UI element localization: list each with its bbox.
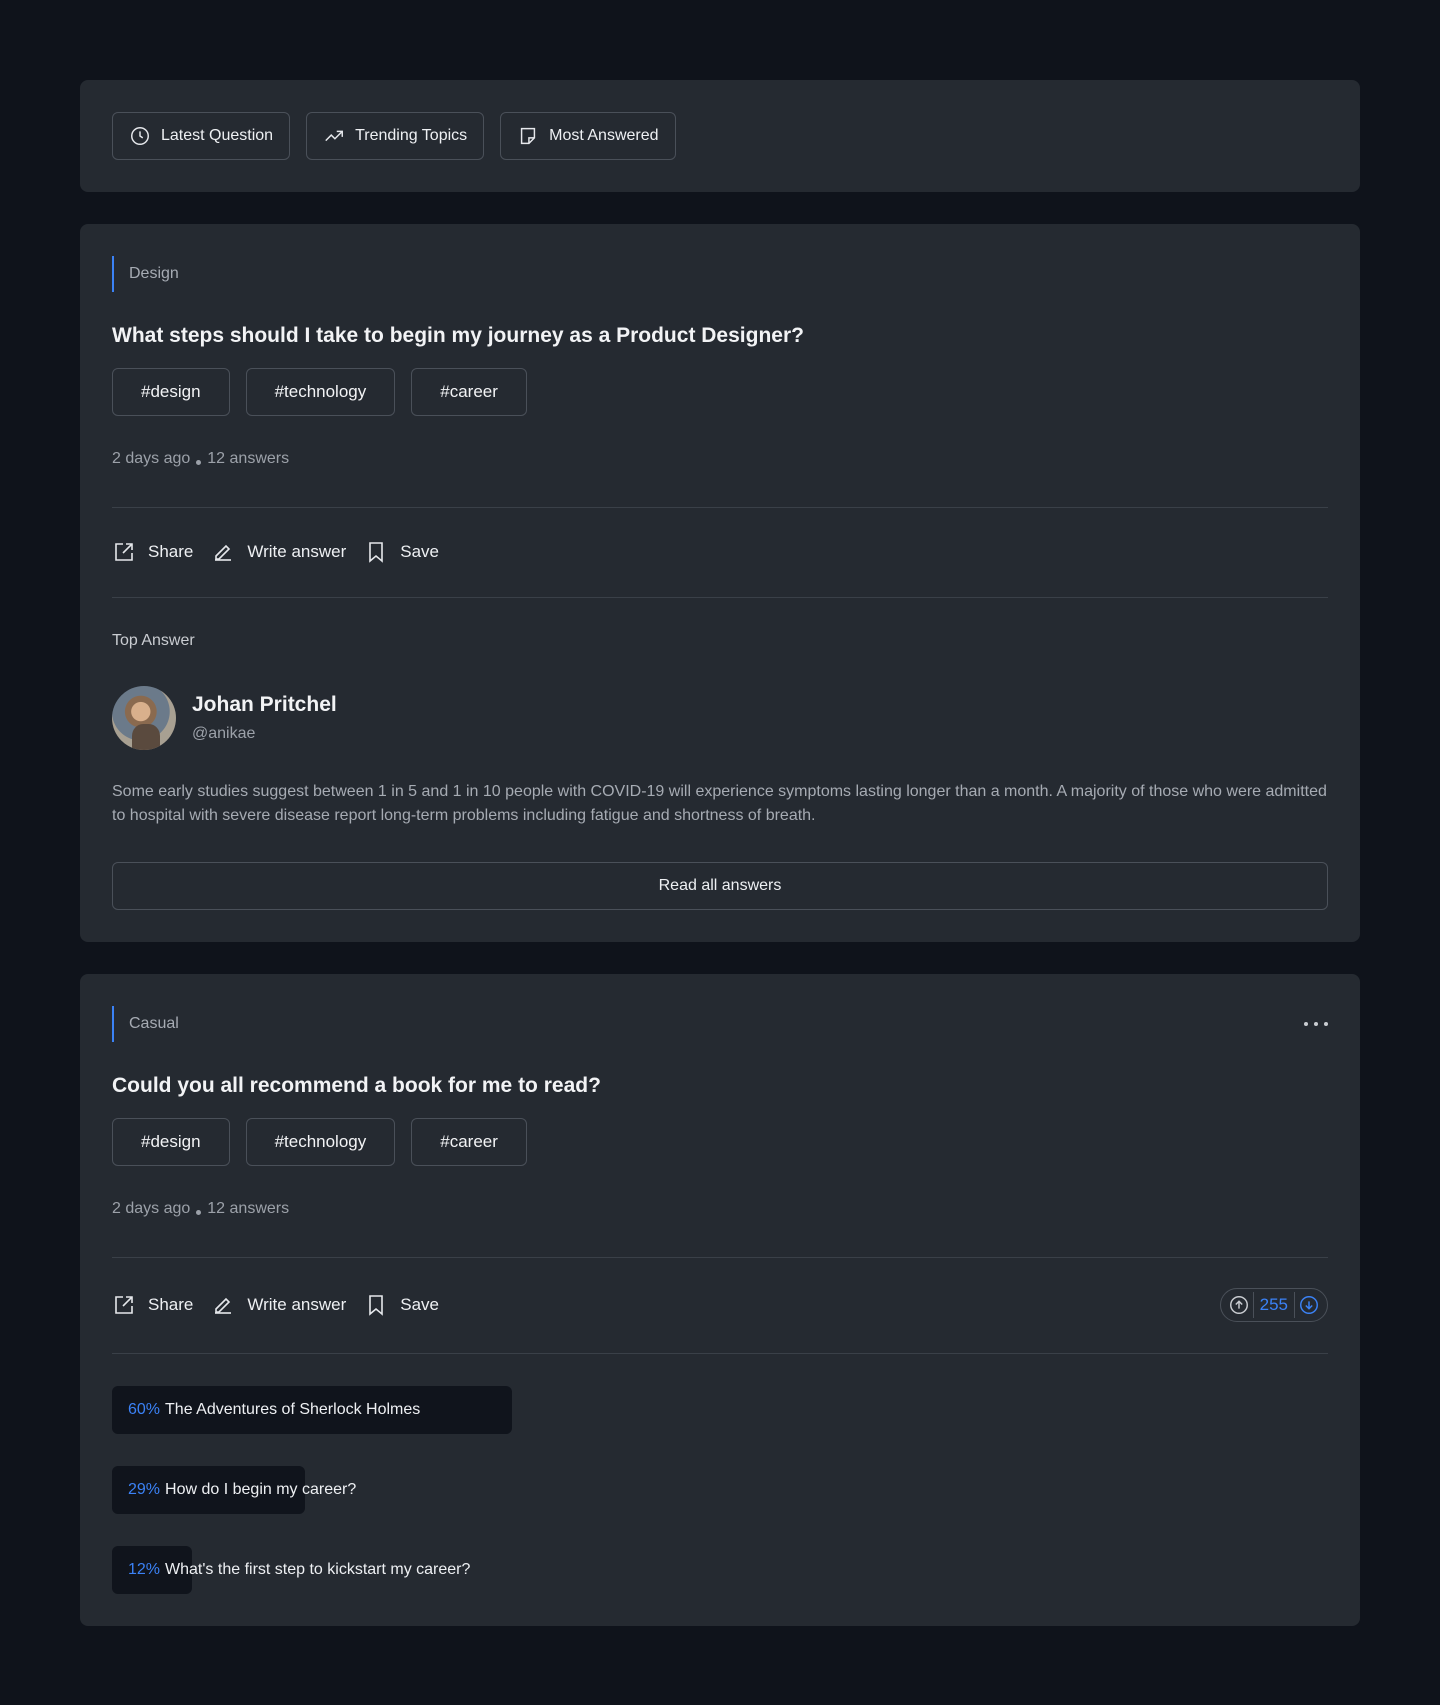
save-label: Save xyxy=(400,1295,440,1314)
write-answer-button[interactable]: Write answer xyxy=(211,540,346,564)
trending-up-icon xyxy=(325,130,344,142)
separator-dot xyxy=(196,1209,202,1215)
pencil-icon xyxy=(215,1297,232,1314)
latest-question-label: Latest Question xyxy=(161,127,274,144)
vote-count: 255 xyxy=(1252,1292,1295,1318)
poll-label: How do I begin my career? xyxy=(165,1481,357,1498)
answer-count: 12 answers xyxy=(207,450,290,467)
filter-card: Latest Question Trending Topics Most Ans… xyxy=(80,80,1360,192)
pencil-icon xyxy=(215,544,232,561)
tag-technology[interactable]: #technology xyxy=(245,1118,396,1166)
share-icon xyxy=(115,543,133,561)
question-title[interactable]: Could you all recommend a book for me to… xyxy=(112,1074,601,1098)
question-meta: 2 days ago 12 answers xyxy=(112,1200,289,1218)
upvote-button[interactable] xyxy=(1225,1291,1253,1319)
clock-icon xyxy=(131,127,149,145)
most-answered-label: Most Answered xyxy=(549,127,659,144)
write-answer-label: Write answer xyxy=(247,542,347,561)
tag-technology[interactable]: #technology xyxy=(245,368,396,416)
share-icon xyxy=(115,1296,133,1314)
timestamp: 2 days ago xyxy=(112,450,191,467)
share-label: Share xyxy=(148,542,194,561)
filter-bar: Latest Question Trending Topics Most Ans… xyxy=(112,112,676,160)
save-button[interactable]: Save xyxy=(364,1293,439,1317)
divider xyxy=(112,507,1328,508)
write-answer-label: Write answer xyxy=(247,1295,347,1314)
most-answered-button[interactable]: Most Answered xyxy=(500,112,676,160)
action-bar: Share Write answer Save xyxy=(112,540,439,564)
save-button[interactable]: Save xyxy=(364,540,439,564)
poll-option[interactable]: 60% The Adventures of Sherlock Holmes xyxy=(112,1386,1328,1434)
author-handle: @anikae xyxy=(192,725,256,742)
poll-label: The Adventures of Sherlock Holmes xyxy=(165,1401,421,1418)
tag-list: #design #technology #career xyxy=(112,368,527,416)
tag-design[interactable]: #design xyxy=(112,1118,230,1166)
poll-percent: 29% xyxy=(128,1481,161,1498)
question-card: Design What steps should I take to begin… xyxy=(80,224,1360,942)
tag-design[interactable]: #design xyxy=(112,368,230,416)
bookmark-icon xyxy=(369,542,384,563)
poll-percent: 60% xyxy=(128,1401,161,1418)
read-all-answers-button[interactable]: Read all answers xyxy=(112,862,1328,910)
arrow-up-circle-icon xyxy=(1229,1296,1248,1314)
trending-topics-label: Trending Topics xyxy=(355,127,468,144)
latest-question-button[interactable]: Latest Question xyxy=(112,112,291,160)
answer-text: Some early studies suggest between 1 in … xyxy=(112,783,1327,824)
share-button[interactable]: Share xyxy=(112,1293,193,1317)
divider xyxy=(112,597,1328,598)
tag-list: #design #technology #career xyxy=(112,1118,527,1166)
divider xyxy=(112,1257,1328,1258)
question-title[interactable]: What steps should I take to begin my jou… xyxy=(112,324,804,348)
avatar[interactable] xyxy=(112,686,176,750)
bookmark-icon xyxy=(369,1295,384,1316)
tag-career[interactable]: #career xyxy=(411,1118,527,1166)
author-name[interactable]: Johan Pritchel xyxy=(192,693,337,717)
timestamp: 2 days ago xyxy=(112,1200,191,1217)
downvote-button[interactable] xyxy=(1295,1291,1323,1319)
arrow-down-circle-icon xyxy=(1300,1296,1318,1314)
separator-dot xyxy=(196,459,202,465)
poll: 60% The Adventures of Sherlock Holmes 29… xyxy=(112,1386,1328,1626)
question-card: Casual Could you all recommend a book fo… xyxy=(80,974,1360,1626)
poll-percent: 12% xyxy=(128,1561,161,1578)
write-answer-button[interactable]: Write answer xyxy=(211,1293,346,1317)
save-label: Save xyxy=(400,542,440,561)
poll-option[interactable]: 12% What's the first step to kickstart m… xyxy=(112,1546,1328,1594)
more-options-icon[interactable] xyxy=(1304,1012,1328,1036)
top-answer-label: Top Answer xyxy=(112,632,195,649)
trending-topics-button[interactable]: Trending Topics xyxy=(306,112,485,160)
category-label: Casual xyxy=(112,1006,179,1042)
note-icon xyxy=(520,127,536,145)
divider xyxy=(112,1353,1328,1354)
action-bar: Share Write answer Save xyxy=(112,1293,439,1317)
category-label: Design xyxy=(112,256,179,292)
vote-control: 255 xyxy=(1219,1288,1328,1322)
share-label: Share xyxy=(148,1295,194,1314)
share-button[interactable]: Share xyxy=(112,540,193,564)
tag-career[interactable]: #career xyxy=(411,368,527,416)
question-meta: 2 days ago 12 answers xyxy=(112,450,289,468)
poll-option[interactable]: 29% How do I begin my career? xyxy=(112,1466,1328,1514)
poll-label: What's the first step to kickstart my ca… xyxy=(165,1561,471,1578)
answer-author: Johan Pritchel @anikae xyxy=(112,686,337,750)
answer-count: 12 answers xyxy=(207,1200,290,1217)
